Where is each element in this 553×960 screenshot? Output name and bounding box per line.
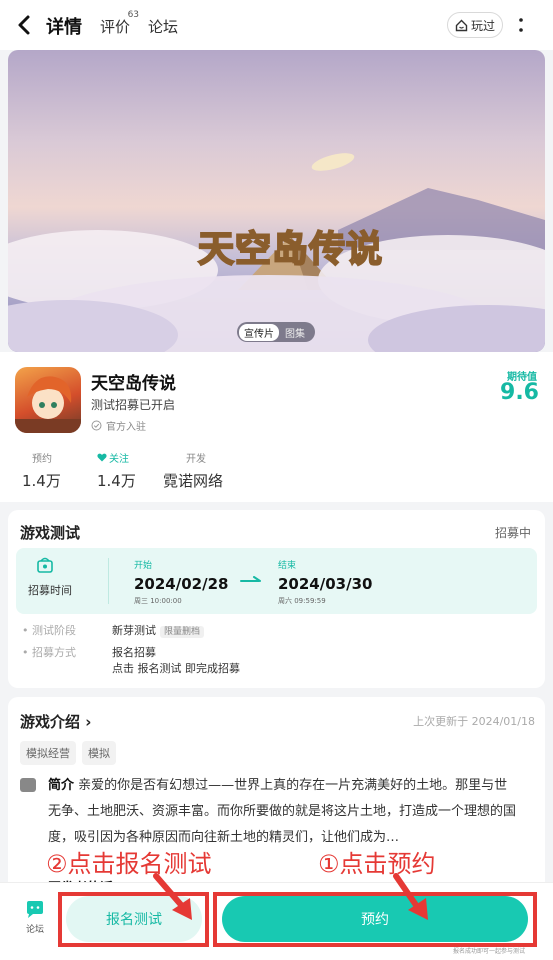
game-icon	[15, 367, 81, 433]
character-portrait-icon	[15, 376, 81, 433]
stat-reservations: 预约 1.4万	[22, 450, 61, 491]
stage-key: • 测试阶段	[22, 624, 76, 637]
promo-banner[interactable]: 天空岛传说 宣传片 图集	[8, 50, 545, 352]
method-key-text: 招募方式	[32, 646, 76, 659]
played-label: 玩过	[470, 18, 495, 33]
game-status: 测试招募已开启	[91, 398, 176, 412]
stat-follows[interactable]: 关注 1.4万	[97, 450, 136, 491]
stat-value: 霓诺网络	[163, 472, 224, 490]
tab-review[interactable]: 评价 63	[100, 10, 139, 37]
recruiting-status: 招募中	[494, 526, 531, 540]
stage-value-text: 新芽测试	[112, 624, 156, 637]
start-date: 2024/02/28	[134, 575, 229, 593]
game-test-card: 游戏测试 招募中 招募时间 开始 2024/02/28 周三 10:00:00 …	[8, 510, 545, 688]
stat-label: 预约	[32, 454, 52, 465]
method-value: 报名招募	[112, 646, 156, 659]
game-logo-art: 天空岛传说	[197, 227, 384, 271]
stat-value: 1.4万	[97, 472, 136, 490]
recruit-period-box: 招募时间 开始 2024/02/28 周三 10:00:00 结束 2024/0…	[16, 548, 537, 614]
game-info-card: 天空岛传说 测试招募已开启 官方入驻 期待值 9.6 预约 1.4万 关注 1.…	[0, 352, 553, 502]
arrow-right-icon	[240, 576, 261, 582]
brief-text: 亲爱的你是否有幻想过——世界上真的存在一片充满美好的土地。那里与世无争、土地肥沃…	[48, 778, 517, 845]
test-section-title: 游戏测试	[20, 524, 81, 542]
top-bar: 详情 评价 63 论坛 玩过	[0, 0, 553, 50]
end-date-block: 结束 2024/03/30 周六 09:59:59	[278, 558, 372, 606]
stat-developer[interactable]: 开发 霓诺网络	[163, 450, 223, 491]
review-count-badge: 63	[127, 10, 140, 20]
brief-label: 简介	[48, 778, 75, 793]
intro-title-text: 游戏介绍	[20, 713, 81, 731]
more-icon[interactable]	[516, 14, 526, 36]
annotation-arrow-icon	[153, 873, 192, 920]
footer-note: 报名成功即可一起参与测试	[452, 948, 525, 955]
sky-clouds-illustration	[8, 153, 545, 352]
stat-follows-label: 关注	[109, 454, 129, 465]
chevron-right-icon: ›	[85, 713, 92, 731]
check-circle-icon	[91, 420, 102, 431]
recruit-period-label: 招募时间	[28, 584, 72, 597]
back-arrow-icon[interactable]	[14, 12, 36, 38]
method-hint: 点击 报名测试 即完成招募	[112, 662, 240, 675]
official-badge: 官方入驻	[91, 418, 146, 433]
forum-label: 论坛	[25, 925, 44, 935]
home-icon	[455, 19, 468, 31]
intro-title[interactable]: 游戏介绍 ›	[20, 711, 91, 732]
end-caption: 结束	[278, 561, 297, 571]
chat-bubble-icon	[27, 901, 43, 918]
toggle-video[interactable]: 宣传片	[239, 323, 279, 341]
document-icon	[20, 778, 36, 792]
forum-button[interactable]: 论坛	[20, 901, 50, 941]
tab-forum[interactable]: 论坛	[148, 16, 178, 37]
start-time: 周三 10:00:00	[134, 597, 182, 605]
stats-row: 预约 1.4万 关注 1.4万 开发 霓诺网络	[0, 450, 553, 498]
last-updated: 上次更新于 2024/01/18	[413, 715, 535, 728]
annotation-box-book	[213, 892, 537, 947]
heart-icon	[97, 453, 107, 462]
end-time: 周六 09:59:59	[278, 597, 326, 605]
rating-value: 9.6	[500, 380, 539, 405]
intro-brief[interactable]: 简介 亲爱的你是否有幻想过——世界上真的存在一片充满美好的土地。那里与世无争、土…	[48, 773, 520, 851]
official-label: 官方入驻	[106, 422, 146, 433]
game-name: 天空岛传说	[91, 374, 176, 394]
tab-review-label: 评价	[100, 18, 131, 36]
divider	[108, 558, 109, 604]
stat-value: 1.4万	[22, 472, 61, 490]
annotation-arrow-icon	[393, 873, 428, 920]
played-button[interactable]: 玩过	[447, 12, 503, 38]
stage-key-text: 测试阶段	[32, 624, 76, 637]
end-date: 2024/03/30	[278, 575, 373, 593]
stat-label: 开发	[186, 454, 206, 465]
tag-item[interactable]: 模拟	[82, 741, 116, 765]
tab-detail-label: 详情	[46, 17, 82, 38]
stage-value: 新芽测试 限量删档	[112, 622, 205, 638]
tag-list: 模拟经营 模拟	[20, 741, 116, 765]
start-caption: 开始	[134, 561, 153, 571]
recruit-calendar-icon	[37, 557, 53, 573]
tag-item[interactable]: 模拟经营	[20, 741, 76, 765]
media-toggle[interactable]: 宣传片 图集	[237, 322, 315, 342]
stat-label: 关注	[97, 450, 136, 465]
tab-detail[interactable]: 详情	[46, 13, 82, 39]
stage-tag: 限量删档	[160, 626, 205, 638]
start-date-block: 开始 2024/02/28 周三 10:00:00	[134, 558, 228, 606]
toggle-gallery[interactable]: 图集	[279, 324, 311, 341]
method-key: • 招募方式	[22, 646, 76, 659]
